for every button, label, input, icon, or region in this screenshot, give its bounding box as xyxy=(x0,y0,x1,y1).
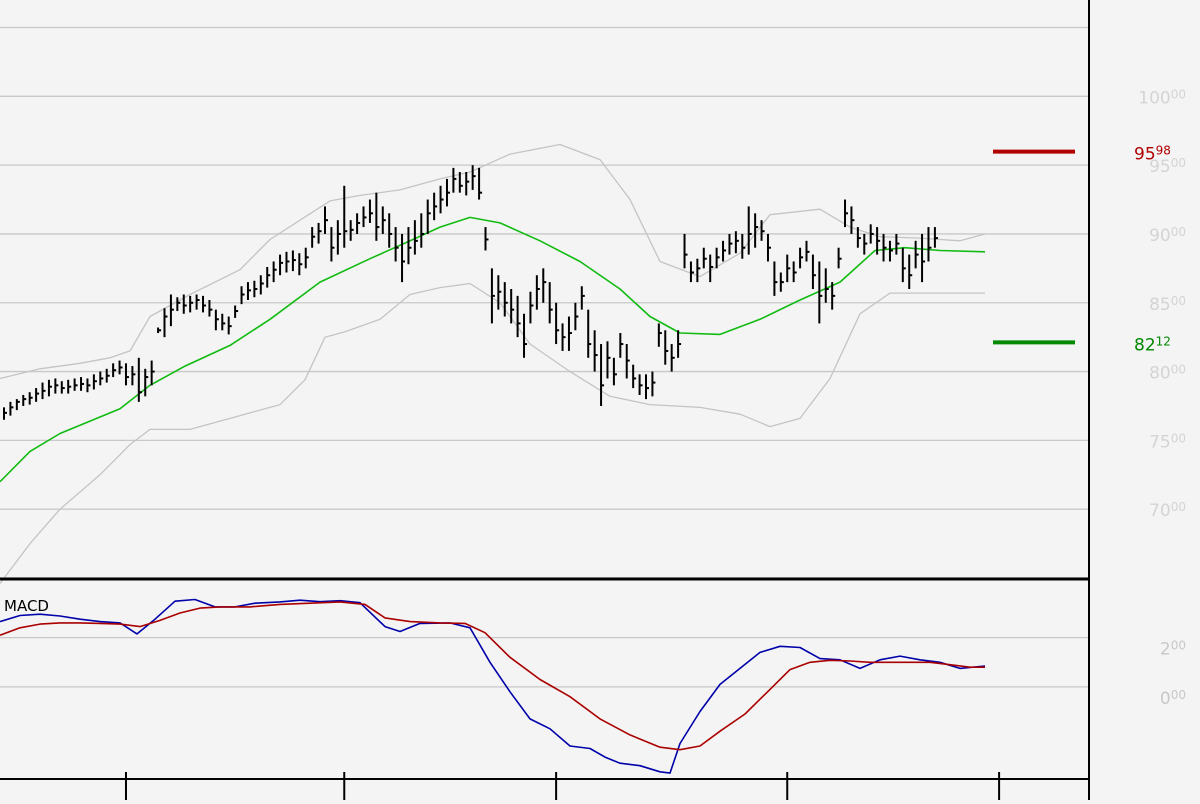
chart-svg: 95988212 7000750080008500900095001000000… xyxy=(0,0,1200,800)
macd-title: MACD xyxy=(4,597,49,615)
chart-area: 9598 8212 7000 7500 8000 8500 9000 9500 10000 00… xyxy=(0,0,1200,800)
